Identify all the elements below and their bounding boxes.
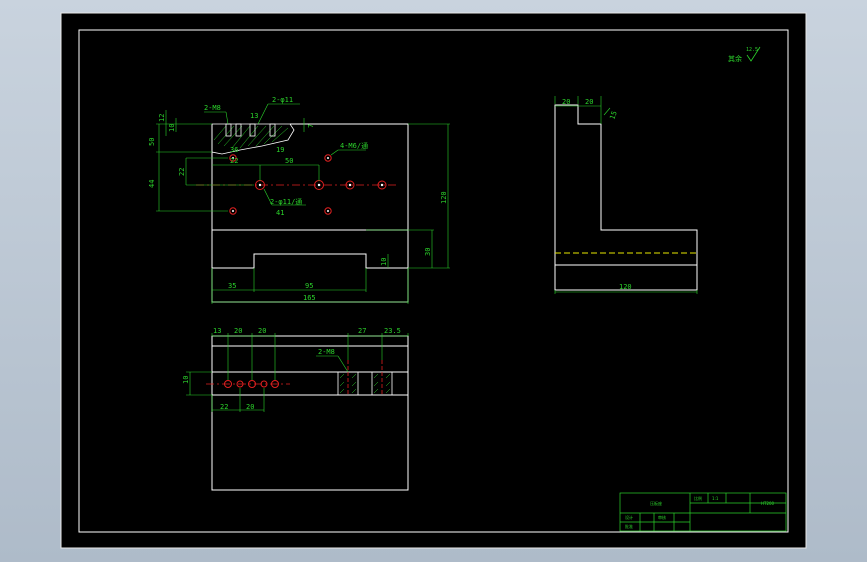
dim-35: 35 — [228, 282, 236, 290]
top-dim-10: 10 — [182, 376, 190, 384]
dim-12: 12 — [158, 114, 166, 122]
top-dim-27: 27 — [358, 327, 366, 335]
title-part-name: 压板座 — [650, 500, 662, 506]
label-thread-side: 4-M6/通 — [340, 141, 368, 150]
title-drawing-code: HT200 — [761, 501, 775, 506]
label-thread-bottom: 2-φ11/通 — [270, 197, 302, 206]
title-scale-label: 比例 — [694, 495, 702, 501]
top-dim-20-bottom: 20 — [246, 403, 254, 411]
top-label-thread: 2-M8 — [318, 348, 335, 356]
svg-text:其余: 其余 — [728, 54, 742, 63]
label-thread-top-right: 2-φ11 — [272, 96, 293, 104]
side-dim-20-right: 20 — [585, 98, 593, 106]
top-dim-13: 13 — [213, 327, 221, 335]
side-dim-20-left: 20 — [562, 98, 570, 106]
dim-13: 13 — [250, 112, 258, 120]
title-approver-label: 批准 — [625, 523, 633, 529]
svg-text:12.5: 12.5 — [746, 47, 758, 53]
top-dim-22: 22 — [220, 403, 228, 411]
side-dim-120: 120 — [619, 283, 632, 291]
dim-50: 50 — [148, 138, 156, 146]
dim-44: 44 — [148, 180, 156, 188]
dim-10: 10 — [168, 124, 176, 132]
top-dim-20-a: 20 — [234, 327, 242, 335]
dim-165: 165 — [303, 294, 316, 302]
dim-36: 36 — [230, 146, 238, 154]
drawing-sheet — [60, 12, 807, 549]
title-checker-label: 审核 — [658, 514, 666, 520]
dim-120: 120 — [440, 191, 448, 204]
dim-50-horizontal: 50 — [285, 157, 293, 165]
dim-95: 95 — [305, 282, 313, 290]
dim-slot-10: 10 — [380, 258, 388, 266]
title-designer-label: 设计 — [625, 514, 633, 520]
dim-22-vertical: 22 — [178, 168, 186, 176]
dim-30: 30 — [424, 248, 432, 256]
dim-41-leader: 41 — [276, 209, 284, 217]
dim-22-horizontal: 22 — [230, 157, 238, 165]
dim-7: 7 — [307, 124, 315, 128]
label-thread-top-left: 2-M8 — [204, 104, 221, 112]
top-dim-23-5: 23.5 — [384, 327, 401, 335]
top-dim-20-b: 20 — [258, 327, 266, 335]
dim-19: 19 — [276, 146, 284, 154]
title-scale-value: 1:1 — [712, 496, 719, 501]
cad-drawing-canvas[interactable]: 其余 12.5 2-M8 2-φ11 4-M6/通 2-φ11/通 41 50 … — [0, 0, 867, 562]
